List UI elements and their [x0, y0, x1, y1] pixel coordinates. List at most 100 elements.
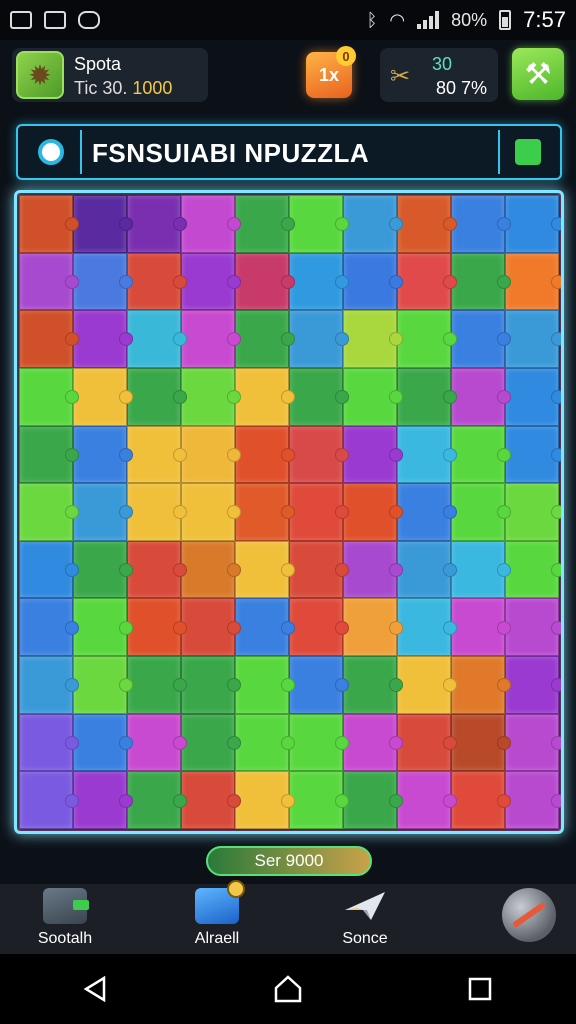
puzzle-piece[interactable] [181, 425, 241, 484]
puzzle-piece[interactable] [235, 195, 295, 253]
puzzle-piece[interactable] [451, 195, 511, 253]
puzzle-piece[interactable] [289, 598, 349, 657]
puzzle-piece[interactable] [289, 771, 349, 829]
puzzle-piece[interactable] [505, 367, 561, 426]
puzzle-menu-button[interactable] [498, 130, 556, 174]
puzzle-piece[interactable] [73, 252, 133, 311]
puzzle-piece[interactable] [19, 195, 79, 253]
puzzle-piece[interactable] [127, 310, 187, 368]
puzzle-piece[interactable] [289, 310, 349, 368]
puzzle-piece[interactable] [235, 540, 295, 599]
puzzle-piece[interactable] [181, 540, 241, 599]
puzzle-piece[interactable] [289, 540, 349, 599]
puzzle-piece[interactable] [19, 771, 79, 829]
puzzle-piece[interactable] [289, 425, 349, 484]
puzzle-piece[interactable] [451, 367, 511, 426]
puzzle-piece[interactable] [289, 656, 349, 714]
puzzle-piece[interactable] [451, 713, 511, 772]
puzzle-piece[interactable] [343, 367, 403, 426]
puzzle-piece[interactable] [397, 252, 457, 311]
puzzle-piece[interactable] [397, 598, 457, 657]
puzzle-piece[interactable] [505, 656, 561, 714]
puzzle-piece[interactable] [235, 252, 295, 311]
puzzle-piece[interactable] [235, 656, 295, 714]
puzzle-piece[interactable] [127, 425, 187, 484]
puzzle-piece[interactable] [397, 771, 457, 829]
player-profile[interactable]: ✹ Spota Tic 30. 1000 [12, 48, 208, 102]
puzzle-piece[interactable] [235, 598, 295, 657]
puzzle-piece[interactable] [127, 713, 187, 772]
puzzle-piece[interactable] [505, 598, 561, 657]
puzzle-piece[interactable] [73, 195, 133, 253]
puzzle-piece[interactable] [127, 367, 187, 426]
puzzle-piece[interactable] [343, 195, 403, 253]
puzzle-piece[interactable] [397, 540, 457, 599]
puzzle-piece[interactable] [235, 425, 295, 484]
puzzle-piece[interactable] [289, 367, 349, 426]
puzzle-piece[interactable] [73, 425, 133, 484]
puzzle-piece[interactable] [451, 483, 511, 541]
puzzle-piece[interactable] [343, 540, 403, 599]
puzzle-piece[interactable] [289, 195, 349, 253]
puzzle-piece[interactable] [289, 252, 349, 311]
puzzle-piece[interactable] [181, 310, 241, 368]
puzzle-piece[interactable] [235, 367, 295, 426]
puzzle-piece[interactable] [181, 483, 241, 541]
puzzle-piece[interactable] [19, 713, 79, 772]
puzzle-piece[interactable] [505, 771, 561, 829]
puzzle-piece[interactable] [343, 425, 403, 484]
puzzle-piece[interactable] [397, 310, 457, 368]
puzzle-piece[interactable] [127, 771, 187, 829]
puzzle-piece[interactable] [181, 367, 241, 426]
puzzle-piece[interactable] [343, 252, 403, 311]
puzzle-piece[interactable] [397, 425, 457, 484]
puzzle-piece[interactable] [235, 483, 295, 541]
puzzle-piece[interactable] [127, 598, 187, 657]
puzzle-piece[interactable] [451, 598, 511, 657]
puzzle-piece[interactable] [343, 713, 403, 772]
puzzle-piece[interactable] [73, 656, 133, 714]
puzzle-piece[interactable] [289, 713, 349, 772]
chat-button[interactable] [22, 130, 82, 174]
recents-button[interactable] [460, 969, 500, 1009]
puzzle-piece[interactable] [343, 483, 403, 541]
puzzle-piece[interactable] [505, 483, 561, 541]
puzzle-piece[interactable] [127, 195, 187, 253]
nav-item-cube[interactable]: Alraell [162, 880, 272, 952]
puzzle-piece[interactable] [343, 656, 403, 714]
back-button[interactable] [76, 969, 116, 1009]
puzzle-piece[interactable] [127, 656, 187, 714]
puzzle-piece[interactable] [181, 195, 241, 253]
puzzle-piece[interactable] [73, 310, 133, 368]
puzzle-piece[interactable] [181, 598, 241, 657]
puzzle-piece[interactable] [397, 195, 457, 253]
puzzle-piece[interactable] [73, 771, 133, 829]
puzzle-piece[interactable] [235, 713, 295, 772]
puzzle-piece[interactable] [73, 540, 133, 599]
puzzle-piece[interactable] [181, 656, 241, 714]
home-button[interactable] [268, 969, 308, 1009]
puzzle-piece[interactable] [505, 252, 561, 311]
puzzle-piece[interactable] [127, 252, 187, 311]
puzzle-piece[interactable] [397, 367, 457, 426]
puzzle-piece[interactable] [505, 425, 561, 484]
puzzle-piece[interactable] [73, 598, 133, 657]
puzzle-piece[interactable] [181, 252, 241, 311]
puzzle-piece[interactable] [181, 713, 241, 772]
puzzle-piece[interactable] [19, 540, 79, 599]
puzzle-piece[interactable] [505, 310, 561, 368]
puzzle-piece[interactable] [451, 771, 511, 829]
puzzle-piece[interactable] [235, 771, 295, 829]
puzzle-piece[interactable] [73, 483, 133, 541]
puzzle-piece[interactable] [451, 252, 511, 311]
puzzle-piece[interactable] [397, 656, 457, 714]
puzzle-piece[interactable] [397, 713, 457, 772]
puzzle-piece[interactable] [451, 540, 511, 599]
puzzle-piece[interactable] [73, 367, 133, 426]
puzzle-piece[interactable] [19, 310, 79, 368]
puzzle-piece[interactable] [397, 483, 457, 541]
puzzle-piece[interactable] [127, 483, 187, 541]
puzzle-piece[interactable] [19, 425, 79, 484]
nav-item-shop[interactable]: Sootalh [10, 888, 120, 952]
puzzle-piece[interactable] [19, 656, 79, 714]
